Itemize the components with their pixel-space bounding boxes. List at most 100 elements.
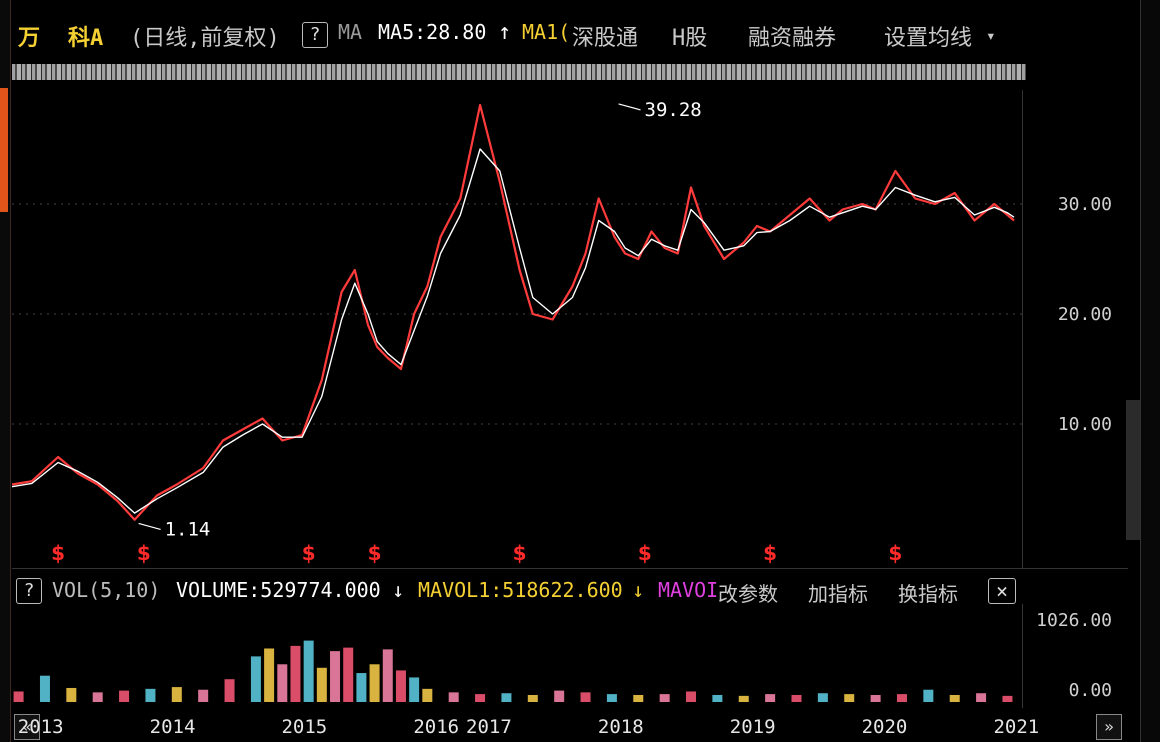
time-axis: « 2013 2014 2015 2016 2017 2018 2019 2020 2021 » bbox=[12, 714, 1128, 742]
volume-bar bbox=[171, 687, 182, 702]
volume-y-tick-label: 1026.00 bbox=[1036, 610, 1112, 631]
volume-bar bbox=[554, 690, 565, 702]
volume-bar bbox=[119, 690, 130, 702]
left-rail-tab[interactable] bbox=[0, 88, 8, 212]
volume-bar bbox=[264, 648, 275, 702]
help-button[interactable]: ? bbox=[302, 22, 328, 48]
price-y-axis: 10.00 20.00 30.00 bbox=[1058, 194, 1112, 435]
stock-name-second: 科A bbox=[68, 26, 104, 51]
volume-bar bbox=[66, 687, 77, 702]
scrollbar-handle[interactable] bbox=[1126, 400, 1140, 540]
volume-chart: 0.00 1026.00 bbox=[13, 610, 1112, 702]
chevron-down-icon[interactable]: ▾ bbox=[986, 26, 996, 45]
price-series-line bbox=[12, 103, 1015, 521]
volume-bar bbox=[290, 645, 301, 702]
volume-bar bbox=[606, 694, 617, 702]
dividend-marker-icon: $ bbox=[302, 541, 316, 565]
volume-bar bbox=[303, 640, 314, 702]
volume-bar bbox=[145, 688, 156, 702]
volume-bar bbox=[686, 691, 697, 702]
volume-bar bbox=[976, 693, 987, 702]
volume-y-tick-label: 0.00 bbox=[1069, 680, 1112, 701]
close-icon[interactable]: × bbox=[988, 578, 1016, 604]
left-rail bbox=[0, 0, 11, 742]
volume-indicator-name: VOL(5,10) bbox=[52, 578, 161, 602]
price-annotations: 39.28 1.14 bbox=[138, 99, 702, 540]
volume-y-axis: 0.00 1026.00 bbox=[1036, 610, 1112, 701]
ma10-value: MA1( bbox=[522, 20, 571, 44]
annotation-label: 39.28 bbox=[645, 99, 702, 121]
dividend-marker-icon: $ bbox=[638, 541, 652, 565]
x-axis-label: 2020 bbox=[861, 716, 908, 738]
volume-bar bbox=[949, 694, 960, 702]
price-y-tick-label: 30.00 bbox=[1058, 194, 1112, 215]
volume-bar bbox=[356, 673, 367, 702]
dividend-marker-icon: $ bbox=[51, 541, 65, 565]
tab-h-shares[interactable]: H股 bbox=[672, 20, 707, 52]
price-series bbox=[12, 103, 1015, 521]
volume-bar bbox=[896, 694, 907, 702]
volume-value: VOLUME:529774.000 bbox=[176, 578, 381, 602]
volume-bar bbox=[765, 694, 776, 702]
volume-bars bbox=[13, 640, 1013, 702]
scroll-right-icon[interactable]: » bbox=[1096, 714, 1122, 740]
ma-label: MA bbox=[338, 20, 363, 44]
volume-bar bbox=[250, 656, 261, 702]
axis-divider bbox=[1022, 90, 1023, 568]
x-axis-label: 2013 bbox=[17, 716, 64, 738]
price-y-tick-label: 20.00 bbox=[1058, 304, 1112, 325]
chart-header: 万 科A (日线,前复权) ? MA MA5:28.80 ↑ MA1( 深股通 … bbox=[12, 18, 1022, 54]
dividend-marker-icon: $ bbox=[888, 541, 902, 565]
dividend-markers: $ $ $ $ $ $ $ $ bbox=[51, 541, 902, 565]
pane-divider bbox=[12, 568, 1128, 569]
volume-bar bbox=[633, 694, 644, 702]
dividend-marker-icon: $ bbox=[368, 541, 382, 565]
right-side-panel bbox=[1140, 0, 1160, 742]
volume-bar bbox=[316, 667, 327, 702]
edit-params-button[interactable]: 改参数 bbox=[718, 578, 778, 607]
info-stripe bbox=[12, 64, 1026, 80]
volume-bar bbox=[712, 694, 723, 702]
add-indicator-button[interactable]: 加指标 bbox=[808, 578, 868, 607]
x-axis-label: 2017 bbox=[466, 716, 512, 738]
switch-indicator-button[interactable]: 换指标 bbox=[898, 578, 958, 607]
volume-bar bbox=[791, 694, 802, 702]
volume-bar bbox=[198, 689, 209, 702]
volume-bar bbox=[844, 694, 855, 702]
annotation-pointer bbox=[138, 522, 161, 531]
volume-arrow-icon: ↓ bbox=[392, 578, 405, 602]
volume-bar bbox=[475, 694, 486, 702]
tab-margin-trading[interactable]: 融资融券 bbox=[748, 20, 836, 52]
stock-name-first: 万 bbox=[18, 26, 41, 51]
volume-bar bbox=[501, 693, 512, 702]
x-axis-label: 2018 bbox=[597, 716, 644, 738]
ma5-value: MA5:28.80 bbox=[378, 20, 487, 44]
mavol1-value: MAVOL1:518622.600 bbox=[418, 578, 623, 602]
mavol1-arrow-icon: ↓ bbox=[632, 578, 645, 602]
period-label: (日线,前复权) bbox=[130, 26, 280, 51]
tab-ma-settings[interactable]: 设置均线 bbox=[884, 20, 972, 52]
annotation-label: 1.14 bbox=[165, 518, 211, 540]
volume-bar bbox=[738, 695, 749, 702]
volume-bar bbox=[422, 688, 433, 702]
x-axis-label: 2016 bbox=[413, 716, 460, 738]
volume-bar bbox=[395, 670, 406, 702]
x-axis-label: 2014 bbox=[149, 716, 196, 738]
tab-hk-connect[interactable]: 深股通 bbox=[572, 20, 638, 52]
volume-bar bbox=[870, 694, 881, 702]
dividend-marker-icon: $ bbox=[137, 541, 151, 565]
x-axis-label: 2019 bbox=[729, 716, 776, 738]
dividend-marker-icon: $ bbox=[513, 541, 527, 565]
x-axis-label: 2015 bbox=[281, 716, 328, 738]
volume-bar bbox=[817, 693, 828, 702]
volume-bar bbox=[343, 647, 354, 702]
volume-header: ? VOL(5,10) VOLUME:529774.000 ↓ MAVOL1:5… bbox=[12, 572, 1022, 608]
price-chart: 39.28 1.14 $ $ $ $ $ $ $ $ 10.00 20.00 30.00 bbox=[12, 99, 1112, 565]
volume-bar bbox=[409, 677, 420, 702]
volume-help-button[interactable]: ? bbox=[16, 578, 42, 604]
volume-bar bbox=[277, 664, 288, 702]
volume-bar bbox=[13, 691, 24, 702]
mavol2-value: MAVOI bbox=[658, 578, 719, 602]
x-axis-label: 2021 bbox=[993, 716, 1040, 738]
volume-bar bbox=[330, 651, 341, 702]
